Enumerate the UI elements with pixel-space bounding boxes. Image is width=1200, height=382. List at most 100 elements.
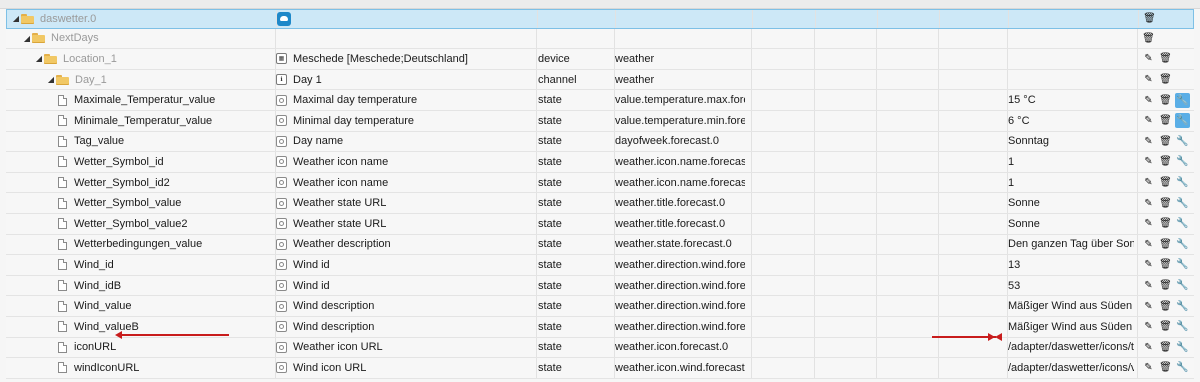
pencil-icon[interactable]: ✎ [1141, 237, 1156, 252]
tree-row[interactable]: Wind_id Wind id state weather.direction.win… [6, 255, 1194, 276]
object-name: Wetter_Symbol_id2 [74, 176, 170, 189]
pencil-icon[interactable]: ✎ [1141, 51, 1156, 66]
tree-row[interactable]: Tag_value Day name state dayofweek.forecast… [6, 131, 1194, 153]
object-name-cell[interactable]: ◢ daswetter.0 [7, 10, 276, 28]
trash-icon[interactable]: 🗑 [1158, 93, 1173, 108]
wrench-icon[interactable]: 🔧 [1175, 278, 1190, 293]
wrench-icon[interactable]: 🔧 [1175, 319, 1190, 334]
tree-row[interactable]: ◢ NextDays 🗑 [6, 28, 1194, 50]
tree-row[interactable]: Wetterbedingungen_value Weather descripti… [6, 234, 1194, 256]
pencil-icon[interactable]: ✎ [1141, 196, 1156, 211]
trash-icon[interactable]: 🗑 [1158, 154, 1173, 169]
trash-icon[interactable]: 🗑 [1158, 319, 1173, 334]
file-icon [58, 177, 67, 189]
object-value[interactable] [1008, 29, 1134, 49]
pencil-icon[interactable]: ✎ [1141, 340, 1156, 355]
wrench-icon[interactable]: 🔧 [1175, 216, 1190, 231]
object-value[interactable]: 13 [1008, 255, 1134, 275]
pencil-icon[interactable]: ✎ [1141, 257, 1156, 272]
tree-row[interactable]: ◢ Day_1 ℹ Day 1 channel weather ✎ 🗑 [6, 69, 1194, 91]
tree-row[interactable]: Wetter_Symbol_value2 Weather state URL sta… [6, 213, 1197, 235]
object-value[interactable]: Mäßiger Wind aus Süden [1008, 317, 1134, 337]
object-value[interactable]: Sonntag [1008, 132, 1134, 152]
expand-toggle-icon[interactable]: ◢ [34, 54, 44, 63]
tree-row[interactable]: windIconURL Wind icon URL state weather.ico… [6, 358, 1194, 379]
row-actions: ✎ 🗑 🔧 [1138, 214, 1197, 234]
wrench-icon[interactable]: 🔧 [1175, 134, 1190, 149]
wrench-icon[interactable]: 🔧 [1175, 175, 1190, 190]
object-value[interactable]: Sonne [1008, 214, 1134, 234]
pencil-icon[interactable]: ✎ [1141, 319, 1156, 334]
object-value[interactable] [1008, 70, 1134, 90]
wrench-icon[interactable]: 🔧 [1175, 92, 1190, 108]
wrench-icon[interactable]: 🔧 [1175, 154, 1190, 169]
object-value[interactable]: 6 °C [1008, 111, 1134, 131]
pencil-icon[interactable]: ✎ [1141, 360, 1156, 375]
object-value[interactable]: Mäßiger Wind aus Süden [1008, 296, 1134, 316]
trash-icon[interactable]: 🗑 [1158, 360, 1173, 375]
object-value[interactable]: 1 [1008, 173, 1134, 193]
tree-row[interactable]: Wetter_Symbol_value Weather state URL stat… [6, 193, 1194, 214]
object-role: weather.direction.wind.forec [615, 258, 745, 271]
trash-icon[interactable]: 🗑 [1158, 175, 1173, 190]
tree-row[interactable]: Wind_idB Wind id state weather.direction.wi… [6, 275, 1194, 297]
wrench-icon[interactable]: 🔧 [1175, 340, 1190, 355]
trash-icon[interactable]: 🗑 [1158, 216, 1173, 231]
pencil-icon[interactable]: ✎ [1141, 113, 1156, 128]
trash-icon[interactable]: 🗑 [1158, 134, 1173, 149]
trash-icon[interactable]: 🗑 [1142, 11, 1157, 26]
object-value[interactable]: Den ganzen Tag über Sonne [1008, 235, 1134, 255]
tree-row[interactable]: ◢ daswetter.0 🗑 [6, 9, 1194, 29]
pencil-icon[interactable]: ✎ [1141, 93, 1156, 108]
expand-toggle-icon[interactable]: ◢ [22, 34, 32, 43]
pencil-icon[interactable]: ✎ [1141, 175, 1156, 190]
wrench-icon[interactable]: 🔧 [1175, 360, 1190, 375]
object-name-cell[interactable]: ◢ NextDays [6, 29, 287, 49]
trash-icon[interactable]: 🗑 [1158, 51, 1173, 66]
object-title-cell: Maximal day temperature [276, 90, 531, 110]
wrench-icon[interactable]: 🔧 [1175, 299, 1190, 314]
trash-icon[interactable]: 🗑 [1158, 196, 1173, 211]
object-value[interactable] [1009, 10, 1135, 28]
pencil-icon[interactable]: ✎ [1141, 216, 1156, 231]
pencil-icon[interactable]: ✎ [1141, 72, 1156, 87]
column-divider [938, 255, 939, 275]
pencil-icon[interactable]: ✎ [1141, 134, 1156, 149]
object-title: Weather icon name [293, 176, 389, 189]
wrench-icon[interactable]: 🔧 [1175, 113, 1190, 129]
object-value[interactable]: /adapter/daswetter/icons/vi [1008, 358, 1134, 378]
object-name-cell[interactable]: ◢ Day_1 [6, 70, 311, 90]
trash-icon[interactable]: 🗑 [1158, 72, 1173, 87]
object-tree-table: ◢ daswetter.0 🗑 ◢ NextDays 🗑 ◢ Location_1 ▦ Mesch… [6, 9, 1194, 379]
trash-icon[interactable]: 🗑 [1158, 257, 1173, 272]
wrench-icon[interactable]: 🔧 [1175, 237, 1190, 252]
trash-icon[interactable]: 🗑 [1158, 340, 1173, 355]
tree-row[interactable]: ◢ Location_1 ▦ Meschede [Meschede;Deutschla… [6, 49, 1194, 70]
object-value[interactable]: 15 °C [1008, 90, 1134, 110]
object-value[interactable]: Sonne [1008, 193, 1134, 213]
tree-row[interactable]: Maximale_Temperatur_value Maximal day tem… [6, 90, 1194, 111]
trash-icon[interactable]: 🗑 [1158, 237, 1173, 252]
object-value[interactable]: /adapter/daswetter/icons/ti [1008, 338, 1134, 358]
pencil-icon[interactable]: ✎ [1141, 154, 1156, 169]
trash-icon[interactable]: 🗑 [1158, 113, 1173, 128]
wrench-icon[interactable]: 🔧 [1175, 196, 1190, 211]
expand-toggle-icon[interactable]: ◢ [11, 14, 21, 23]
tree-row[interactable]: Wind_value Wind description state weather.d… [6, 296, 1194, 317]
expand-toggle-icon[interactable]: ◢ [46, 75, 56, 84]
trash-icon[interactable]: 🗑 [1158, 278, 1173, 293]
pencil-icon[interactable]: ✎ [1141, 299, 1156, 314]
tree-row[interactable]: iconURL Weather icon URL state weather.icon… [6, 337, 1194, 359]
trash-icon[interactable]: 🗑 [1141, 31, 1156, 46]
pencil-icon[interactable]: ✎ [1141, 278, 1156, 293]
object-value[interactable]: 1 [1008, 152, 1134, 172]
object-value[interactable]: 53 [1008, 276, 1134, 296]
column-divider [876, 255, 877, 275]
tree-row[interactable]: Wetter_Symbol_id Weather icon name state we… [6, 152, 1194, 173]
object-value[interactable] [1008, 49, 1134, 69]
tree-row[interactable]: Wetter_Symbol_id2 Weather icon name state w… [6, 172, 1194, 194]
trash-icon[interactable]: 🗑 [1158, 299, 1173, 314]
object-name-cell[interactable]: ◢ Location_1 [6, 49, 299, 69]
tree-row[interactable]: Minimale_Temperatur_value Minimal day tem… [6, 110, 1194, 132]
wrench-icon[interactable]: 🔧 [1175, 257, 1190, 272]
